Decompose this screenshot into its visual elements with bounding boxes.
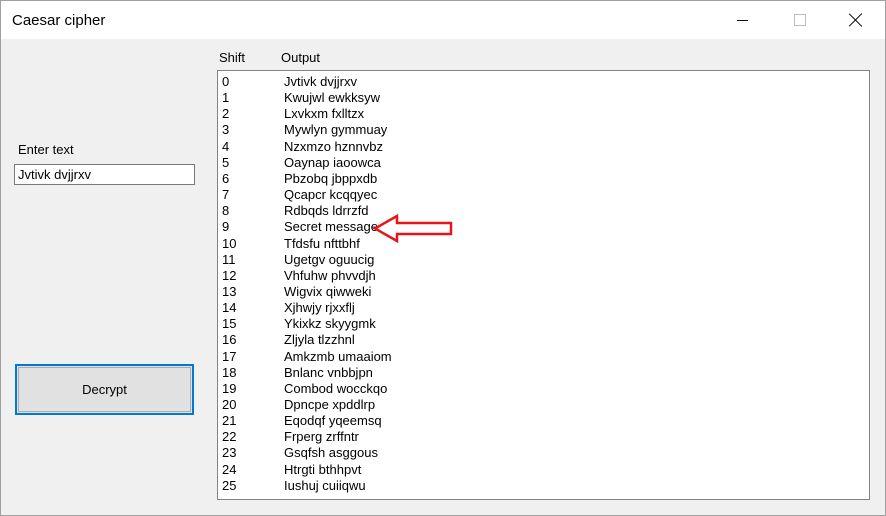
output-value: Tfdsfu nfttbhf [284,235,360,251]
app-window: Caesar cipher Enter text Decrypt Shift O… [0,0,886,516]
output-value: Wigvix qiwweki [284,283,372,299]
shift-value: 15 [222,316,237,332]
decrypt-button-focus-border [18,367,191,412]
shift-value: 13 [222,283,237,299]
title-bar: Caesar cipher [1,1,885,39]
shift-value: 19 [222,380,237,396]
shift-value: 22 [222,429,237,445]
shift-value: 21 [222,413,237,429]
shift-value: 0 [222,74,230,89]
output-value: Frperg zrffntr [284,429,359,445]
output-value: Kwujwl ewkksyw [284,90,381,106]
minimize-button[interactable] [719,1,765,39]
maximize-button[interactable] [777,1,823,39]
output-value: Qcapcr kcqqyec [284,187,378,203]
shift-value: 2 [222,106,230,122]
results-listbox[interactable]: 0 Jvtivk dvjjrxv 1 Kwujwl ewkksyw 2 Lxvkxm fx… [217,70,870,500]
shift-value: 25 [222,477,237,493]
output-value: Htrgti bthhpvt [284,461,362,477]
maximize-icon [794,14,806,26]
shift-value: 9 [222,219,230,235]
enter-text-label: Enter text [18,142,74,157]
output-value: Amkzmb umaaiom [284,348,392,364]
shift-value: 8 [222,203,230,219]
output-value: Bnlanc vnbbjpn [284,364,373,380]
output-value: Xjhwjy rjxxflj [284,300,355,316]
shift-value: 12 [222,267,237,283]
shift-value: 17 [222,348,237,364]
shift-value: 11 [222,251,236,267]
output-value: Pbzobq jbppxdb [284,170,378,186]
shift-value: 5 [222,154,230,170]
shift-value: 3 [222,122,230,138]
output-value: Nzxmzo hznnvbz [284,138,383,154]
shift-value: 1 [222,90,230,106]
output-value: Ugetgv oguucig [284,251,375,267]
shift-value: 20 [222,397,237,412]
close-button[interactable] [833,1,879,39]
output-value: Lxvkxm fxlltzx [284,106,365,122]
output-value: Iushuj cuiiqwu [284,477,366,493]
output-value: Rdbqds ldrrzfd [284,203,369,219]
shift-value: 7 [222,187,230,203]
output-value: Jvtivk dvjjrxv [284,74,357,89]
window-title: Caesar cipher [12,12,106,29]
decrypt-button[interactable]: Decrypt [15,364,194,415]
output-value: Combod wocckqo [284,380,388,396]
output-value: Dpncpe xpddlrp [284,397,376,412]
left-arrow-icon [373,214,453,243]
output-column-header: Output [281,50,321,65]
minimize-icon [736,19,748,21]
output-value: Vhfuhw phvvdjh [284,267,376,283]
shift-value: 14 [222,300,237,316]
shift-column-header: Shift [219,50,246,65]
shift-value: 23 [222,445,237,461]
shift-value: 24 [222,461,237,477]
text-input[interactable] [14,164,195,185]
shift-value: 18 [222,364,237,380]
shift-value: 4 [222,138,230,154]
output-value: Secret message [284,219,378,235]
shift-value: 10 [222,235,237,251]
close-icon [849,13,863,27]
output-value: Mywlyn gymmuay [284,122,388,138]
output-value: Zljyla tlzzhnl [284,332,355,348]
shift-value: 16 [222,332,237,348]
output-value: Gsqfsh asggous [284,445,378,461]
shift-value: 6 [222,170,230,186]
output-value: Oaynap iaoowca [284,154,381,170]
output-value: Ykixkz skyygmk [284,316,376,332]
output-value: Eqodqf yqeemsq [284,413,382,429]
